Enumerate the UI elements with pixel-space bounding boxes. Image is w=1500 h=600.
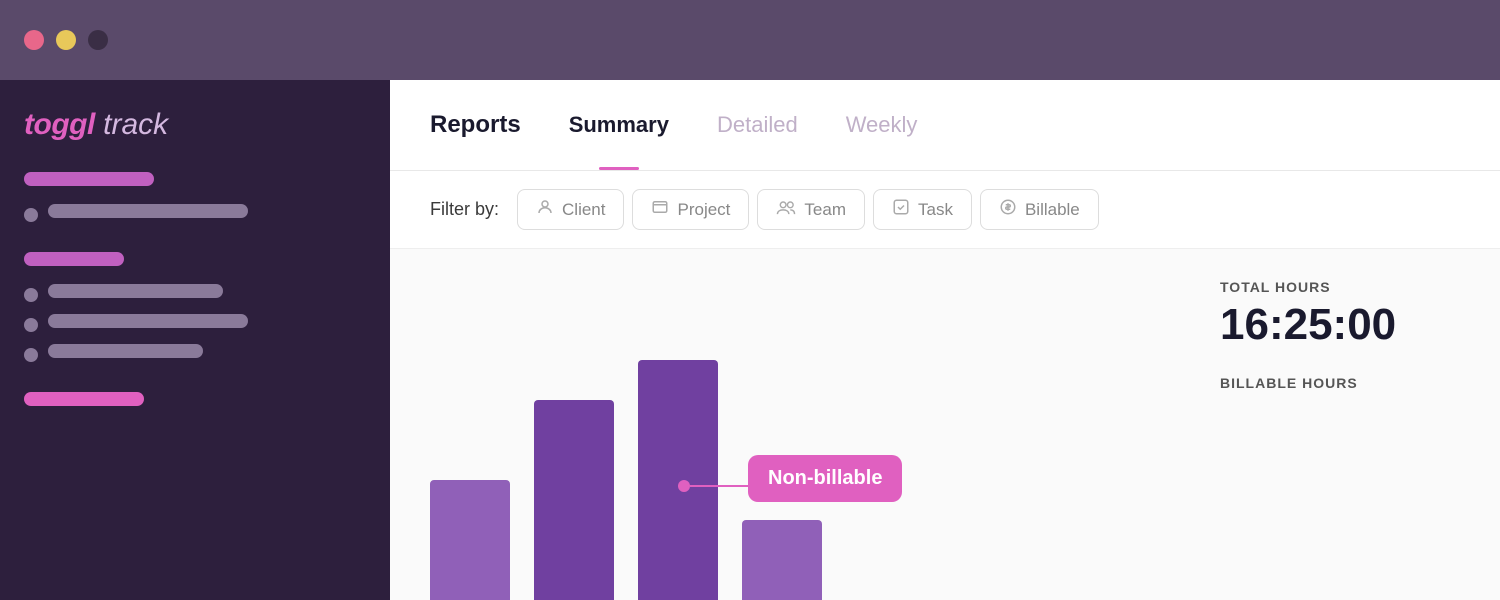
chart-bar-3 bbox=[638, 360, 718, 600]
sidebar-circle-6 bbox=[24, 348, 38, 362]
filter-chip-team-label: Team bbox=[804, 200, 846, 220]
tab-detailed[interactable]: Detailed bbox=[693, 80, 822, 170]
filter-chip-billable[interactable]: Billable bbox=[980, 189, 1099, 230]
main-content: Reports Summary Detailed Weekly Filter b… bbox=[390, 80, 1500, 600]
filter-chip-billable-label: Billable bbox=[1025, 200, 1080, 220]
filter-chip-team[interactable]: Team bbox=[757, 189, 865, 230]
chart-bar-1 bbox=[430, 480, 510, 600]
billable-hours-label: BILLABLE HOURS bbox=[1220, 375, 1460, 391]
filter-chip-client[interactable]: Client bbox=[517, 189, 624, 230]
stats-panel: TOTAL HOURS 16:25:00 BILLABLE HOURS bbox=[1180, 249, 1500, 600]
tooltip: Non-billable bbox=[748, 455, 902, 502]
logo: toggl track bbox=[24, 108, 366, 142]
traffic-light-dark[interactable] bbox=[88, 30, 108, 50]
project-icon bbox=[651, 198, 669, 221]
task-icon bbox=[892, 198, 910, 221]
bar-group-1 bbox=[430, 480, 510, 600]
sidebar-row-2 bbox=[24, 204, 366, 226]
sidebar-bar-4[interactable] bbox=[48, 284, 223, 298]
sidebar-row-5 bbox=[24, 314, 366, 336]
filter-chip-task[interactable]: Task bbox=[873, 189, 972, 230]
filter-bar: Filter by: Client Project Team bbox=[390, 171, 1500, 249]
sidebar-bar-2[interactable] bbox=[48, 204, 248, 218]
tab-weekly[interactable]: Weekly bbox=[822, 80, 942, 170]
client-icon bbox=[536, 198, 554, 221]
sidebar-bar-6[interactable] bbox=[48, 344, 203, 358]
header: Reports Summary Detailed Weekly bbox=[390, 80, 1500, 171]
sidebar-row-6 bbox=[24, 344, 366, 366]
sidebar-item-bottom[interactable] bbox=[24, 392, 144, 406]
filter-chip-project-label: Project bbox=[677, 200, 730, 220]
total-hours-label: TOTAL HOURS bbox=[1220, 279, 1460, 295]
tab-reports[interactable]: Reports bbox=[430, 80, 545, 170]
logo-track: track bbox=[95, 108, 168, 141]
traffic-light-yellow[interactable] bbox=[56, 30, 76, 50]
filter-chip-project[interactable]: Project bbox=[632, 189, 749, 230]
sidebar-item-1[interactable] bbox=[24, 172, 154, 186]
bar-group-3: Non-billable bbox=[638, 360, 718, 600]
sidebar-circle-2 bbox=[24, 208, 38, 222]
chart-bar-4 bbox=[742, 520, 822, 600]
sidebar-section-3 bbox=[24, 252, 366, 274]
sidebar-circle-4 bbox=[24, 288, 38, 302]
tabs-row: Reports Summary Detailed Weekly bbox=[430, 80, 1460, 170]
traffic-light-red[interactable] bbox=[24, 30, 44, 50]
chart-bar-2 bbox=[534, 400, 614, 600]
title-bar bbox=[0, 0, 1500, 80]
sidebar-row-4 bbox=[24, 284, 366, 306]
filter-label: Filter by: bbox=[430, 199, 499, 220]
total-hours-value: 16:25:00 bbox=[1220, 303, 1460, 347]
team-icon bbox=[776, 198, 796, 221]
sidebar-circle-5 bbox=[24, 318, 38, 332]
chart-container: Non-billable bbox=[390, 249, 1180, 600]
billable-icon bbox=[999, 198, 1017, 221]
tooltip-dot bbox=[678, 480, 690, 492]
tooltip-line bbox=[690, 485, 750, 487]
bar-group-4 bbox=[742, 520, 822, 600]
chart-area: Non-billable TOTAL HOURS 16:25:00 BILLAB… bbox=[390, 249, 1500, 600]
app-container: toggl track bbox=[0, 80, 1500, 600]
sidebar-item-3[interactable] bbox=[24, 252, 124, 266]
sidebar-section-1 bbox=[24, 172, 366, 194]
sidebar-section-bottom bbox=[24, 392, 366, 414]
bar-group-2 bbox=[534, 400, 614, 600]
logo-toggl: toggl bbox=[24, 108, 95, 141]
sidebar-bar-5[interactable] bbox=[48, 314, 248, 328]
filter-chip-task-label: Task bbox=[918, 200, 953, 220]
tab-summary[interactable]: Summary bbox=[545, 80, 693, 170]
filter-chip-client-label: Client bbox=[562, 200, 605, 220]
sidebar: toggl track bbox=[0, 80, 390, 600]
